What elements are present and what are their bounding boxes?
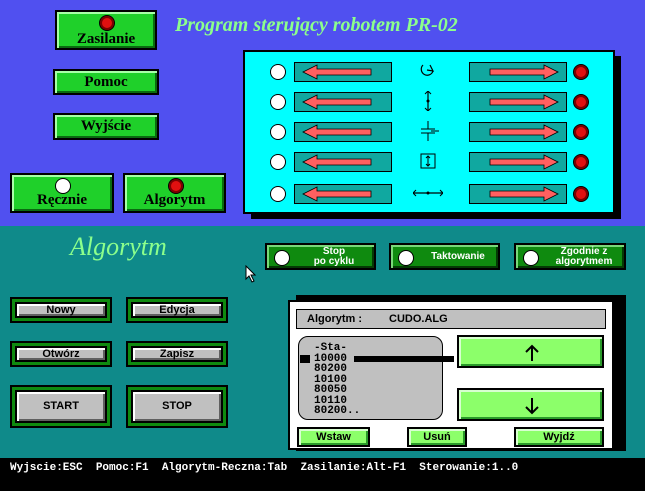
start-button[interactable]: START [15,390,107,423]
algorithm-section-title: Algorytm [70,232,167,261]
pomoc-label: Pomoc [84,74,128,90]
recznie-label: Ręcznie [37,192,87,208]
algorytm-mode-button[interactable]: Algorytm [123,173,226,213]
taktowanie-radio-icon [398,250,414,266]
left-indicator-light-3 [270,124,286,140]
rotate-icon [413,61,443,81]
zasilanie-button[interactable]: Zasilanie [55,10,157,50]
taktowanie-label: Taktowanie [431,251,485,262]
list-item[interactable]: 10110 [314,395,347,406]
pomoc-button[interactable]: Pomoc [53,69,159,95]
arrow-right-icon [489,94,559,110]
list-item[interactable]: 80050 [314,385,347,396]
list-item[interactable]: 10100 [314,374,347,385]
stop-po-cyklu-button[interactable]: Stop po cyklu [265,243,376,270]
selection-bar [354,355,454,362]
arrow-right-icon [489,186,559,202]
start-frame: START [10,385,112,428]
otworz-button[interactable]: Otwórz [15,346,107,362]
status-bar-text: Wyjscie:ESC Pomoc:F1 Algorytm-Reczna:Tab… [10,462,519,474]
right-indicator-light-3 [573,124,589,140]
list-header: -Sta- [314,343,347,354]
left-indicator-light-1 [270,64,286,80]
wyjscie-label: Wyjście [80,118,132,134]
move-right-button-1[interactable] [469,62,567,82]
move-right-button-3[interactable] [469,122,567,142]
move-left-button-1[interactable] [294,62,392,82]
wyjdz-button[interactable]: Wyjdź [514,427,604,447]
power-indicator-icon [99,15,115,31]
edycja-button[interactable]: Edycja [131,302,223,318]
zapisz-button[interactable]: Zapisz [131,346,223,362]
right-indicator-light-1 [573,64,589,80]
gripper-open-icon [413,151,443,171]
move-left-button-3[interactable] [294,122,392,142]
arrow-left-icon [302,186,372,202]
arrow-left-icon [302,124,372,140]
otworz-frame: Otwórz [10,341,112,367]
wyjscie-button[interactable]: Wyjście [53,113,159,140]
zgodnie-radio-icon [523,250,539,266]
zgodnie-z-algorytmem-button[interactable]: Zgodnie z algorytmem [514,243,626,270]
stop-po-cyklu-radio-icon [274,250,290,266]
right-indicator-light-2 [573,94,589,110]
arrow-right-icon [489,154,559,170]
algorithm-filename: CUDO.ALG [389,313,448,325]
scroll-down-button[interactable] [457,388,604,421]
nowy-button[interactable]: Nowy [15,302,107,318]
algorithm-label: Algorytm : [307,313,362,325]
usun-button[interactable]: Usuń [407,427,467,447]
right-indicator-light-4 [573,154,589,170]
nowy-frame: Nowy [10,297,112,323]
list-item[interactable]: 80200 [314,364,347,375]
list-item-text: 80200.. [314,405,361,417]
arrow-right-icon [489,64,559,80]
arrow-right-icon [489,124,559,140]
move-left-button-4[interactable] [294,152,392,172]
move-right-button-4[interactable] [469,152,567,172]
arrow-left-icon [302,64,372,80]
stop-line2: po cyklu [313,256,355,267]
taktowanie-button[interactable]: Taktowanie [389,243,500,270]
app-title: Program sterujący robotem PR-02 [175,14,458,36]
move-left-button-5[interactable] [294,184,392,204]
arrow-down-icon [525,398,539,415]
scroll-up-button[interactable] [457,335,604,368]
stop-button[interactable]: STOP [131,390,223,423]
mouse-pointer-icon [245,265,257,283]
arrow-left-icon [302,94,372,110]
edycja-frame: Edycja [126,297,228,323]
wstaw-button[interactable]: Wstaw [297,427,370,447]
zgodnie-line2: algorytmem [555,256,613,267]
stop-frame: STOP [126,385,228,428]
horizontal-axis-icon [412,183,444,203]
move-left-button-2[interactable] [294,92,392,112]
algorithm-file-bar: Algorytm : CUDO.ALG [296,309,606,329]
left-indicator-light-5 [270,186,286,202]
move-right-button-5[interactable] [469,184,567,204]
move-right-button-2[interactable] [469,92,567,112]
list-item[interactable]: 80200.. [314,405,361,417]
left-indicator-light-2 [270,94,286,110]
arrow-up-icon [525,344,539,361]
algorithm-step-list[interactable]: -Sta- 10000 80200 10100 80050 10110 80200.. [298,336,454,420]
list-item[interactable]: 10000 [300,353,454,364]
recznie-button[interactable]: Ręcznie [10,173,114,213]
gripper-vertical-icon [413,121,443,141]
right-indicator-light-5 [573,186,589,202]
arrow-left-icon [302,154,372,170]
zapisz-frame: Zapisz [126,341,228,367]
vertical-axis-icon [413,90,443,112]
selection-marker [300,354,310,363]
left-indicator-light-4 [270,154,286,170]
algorytm-mode-label: Algorytm [143,192,206,208]
zasilanie-label: Zasilanie [76,31,136,47]
